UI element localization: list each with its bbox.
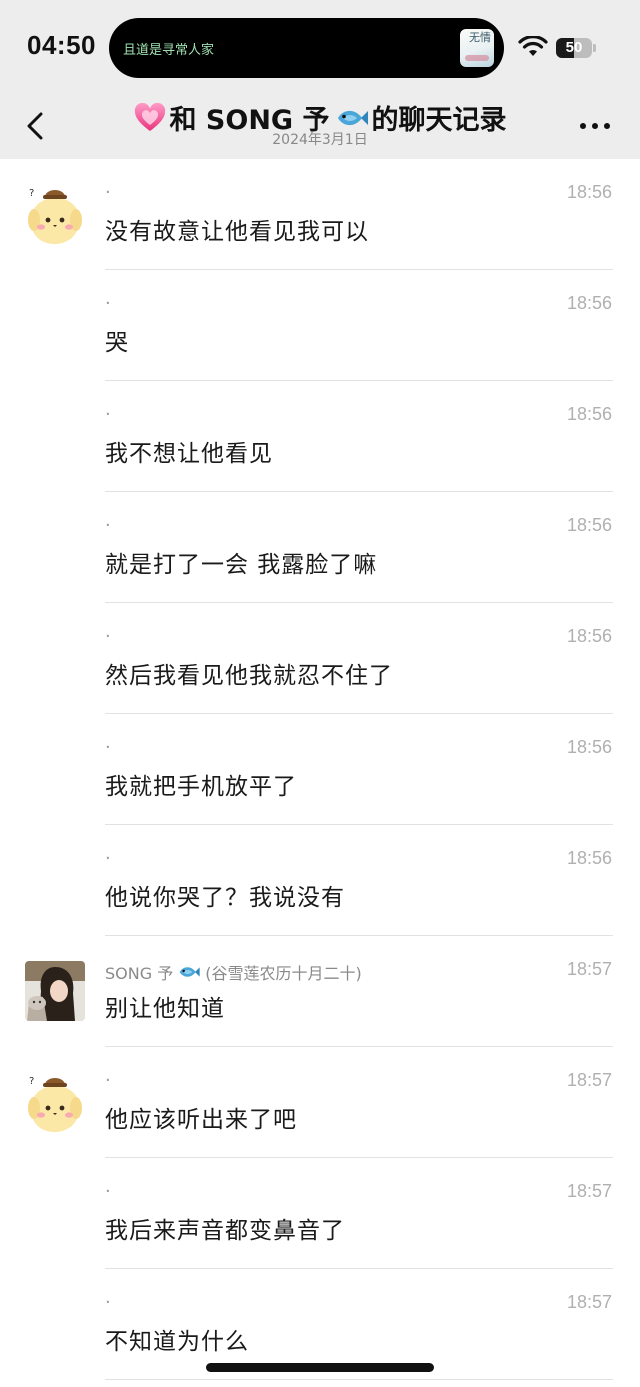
- message-row[interactable]: . 18:56 我不想让他看见: [0, 381, 640, 492]
- message-row[interactable]: SONG 予 (谷雪莲农历十月二十) 18:57 别让他知道: [0, 936, 640, 1047]
- status-time: 04:50: [27, 30, 96, 60]
- nav-bar: 和 SONG 予 的聊天记录 2024年3月1日: [0, 96, 640, 159]
- message-text: 没有故意让他看见我可以: [105, 219, 369, 245]
- divider: [105, 1379, 613, 1380]
- svg-text:?: ?: [29, 1076, 34, 1087]
- message-row[interactable]: . 18:56 哭: [0, 270, 640, 381]
- dynamic-island[interactable]: 且道是寻常人家 无情: [109, 18, 504, 78]
- sender-name: .: [105, 843, 111, 864]
- chat-date: 2024年3月1日: [272, 132, 368, 148]
- sender-name: .: [105, 621, 111, 642]
- message-time: 18:56: [566, 737, 612, 757]
- message-time: 18:57: [566, 959, 612, 979]
- message-row[interactable]: . 18:56 我就把手机放平了: [0, 714, 640, 825]
- message-row[interactable]: ? . 18:56 没有故意让他看见我可以: [0, 159, 640, 270]
- more-options-button[interactable]: [575, 116, 615, 136]
- wifi-icon: [518, 36, 548, 56]
- message-text: 不知道为什么: [105, 1329, 249, 1355]
- sender-name: .: [105, 399, 111, 420]
- message-time: 18:57: [566, 1292, 612, 1312]
- message-text: 我不想让他看见: [105, 441, 273, 467]
- svg-text:?: ?: [29, 188, 34, 199]
- message-time: 18:56: [566, 848, 612, 868]
- message-text: 我后来声音都变鼻音了: [105, 1218, 345, 1244]
- now-playing-title: 且道是寻常人家: [123, 43, 215, 58]
- battery-level: 50: [565, 39, 583, 56]
- sender-name: .: [105, 177, 111, 198]
- sender-name: .: [105, 510, 111, 531]
- sender-name: .: [105, 1176, 111, 1197]
- message-text: 就是打了一会 我露脸了嘛: [105, 552, 378, 578]
- message-row[interactable]: . 18:56 然后我看见他我就忍不住了: [0, 603, 640, 714]
- message-time: 18:56: [566, 182, 612, 202]
- message-row[interactable]: . 18:56 就是打了一会 我露脸了嘛: [0, 492, 640, 603]
- sender-name: SONG 予 (谷雪莲农历十月二十): [105, 964, 362, 983]
- message-time: 18:56: [566, 626, 612, 646]
- message-row[interactable]: . 18:57 我后来声音都变鼻音了: [0, 1158, 640, 1269]
- album-art-text: 无情: [469, 31, 491, 44]
- message-text: 他说你哭了？我说没有: [105, 885, 345, 911]
- my-avatar[interactable]: ?: [25, 184, 85, 244]
- my-avatar[interactable]: ?: [25, 1072, 85, 1132]
- fish-icon: [338, 110, 369, 125]
- fish-icon: [179, 967, 200, 977]
- message-text: 我就把手机放平了: [105, 774, 297, 800]
- sender-name: .: [105, 288, 111, 309]
- message-text: 哭: [105, 330, 129, 356]
- message-row[interactable]: ? . 18:57 他应该听出来了吧: [0, 1047, 640, 1158]
- message-row[interactable]: . 18:56 他说你哭了？我说没有: [0, 825, 640, 936]
- back-button[interactable]: [20, 106, 54, 146]
- message-time: 18:57: [566, 1070, 612, 1090]
- sender-name: .: [105, 732, 111, 753]
- message-time: 18:57: [566, 1181, 612, 1201]
- heart-icon: [134, 102, 165, 131]
- message-time: 18:56: [566, 515, 612, 535]
- message-time: 18:56: [566, 404, 612, 424]
- home-indicator[interactable]: [206, 1363, 434, 1372]
- battery-indicator: 50: [556, 38, 596, 58]
- sender-name: .: [105, 1287, 111, 1308]
- album-art: 无情: [460, 29, 494, 67]
- message-time: 18:56: [566, 293, 612, 313]
- message-text: 别让他知道: [105, 996, 225, 1022]
- contact-avatar[interactable]: [25, 961, 85, 1021]
- message-text: 他应该听出来了吧: [105, 1107, 297, 1133]
- status-bar: 04:50 且道是寻常人家 无情 50: [0, 0, 640, 96]
- sender-name: .: [105, 1065, 111, 1086]
- message-text: 然后我看见他我就忍不住了: [105, 663, 393, 689]
- message-list: ? . 18:56 没有故意让他看见我可以. 18:56 哭. 18:56 我不想让他看见.…: [0, 159, 640, 1380]
